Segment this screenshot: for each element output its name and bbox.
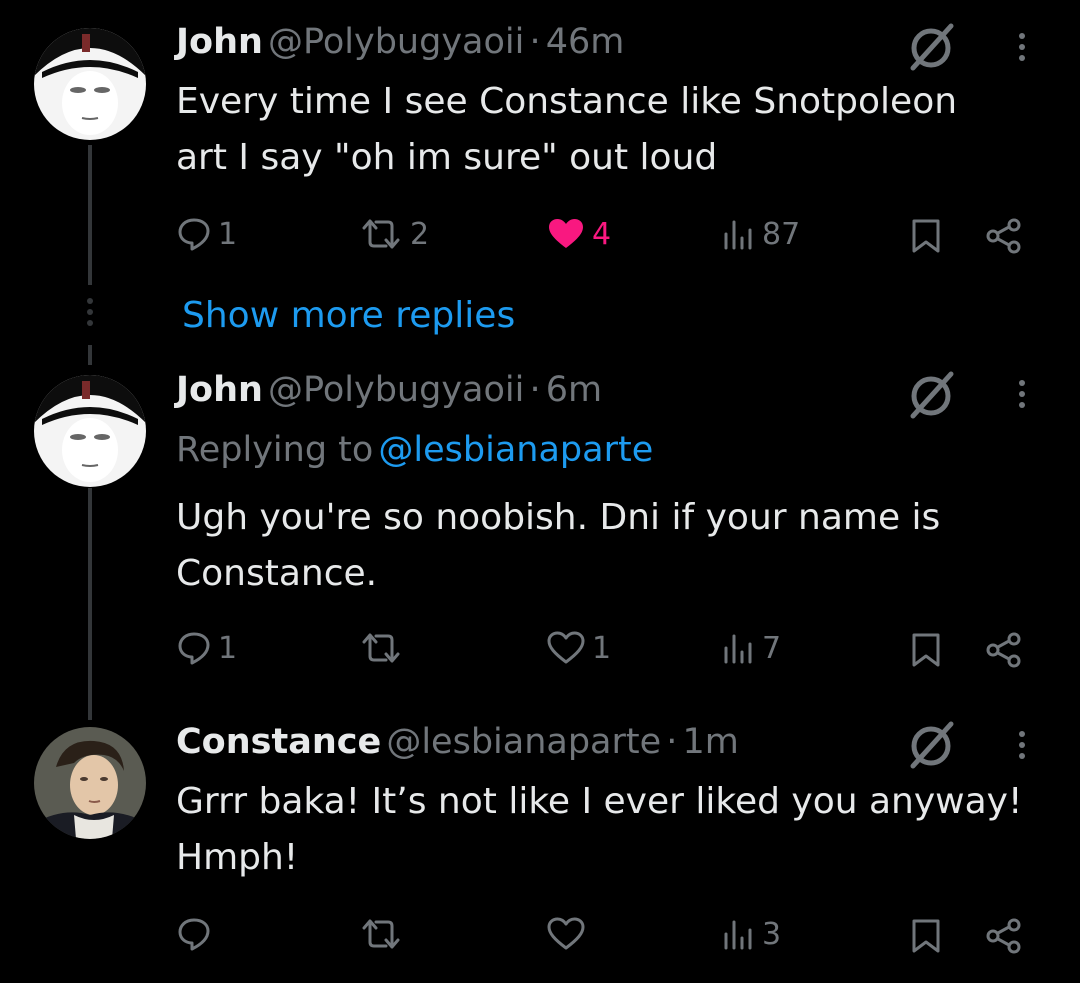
reply-button[interactable] [176, 916, 218, 952]
reply-icon [176, 916, 212, 952]
display-name[interactable]: John [176, 370, 263, 410]
display-name[interactable]: John [176, 22, 263, 62]
user-handle[interactable]: @lesbianaparte [386, 722, 661, 762]
thread-line [88, 345, 92, 365]
reply-count: 1 [218, 216, 238, 252]
tweet-text: Ugh you're so noobish. Dni if your name … [176, 490, 940, 602]
thread-line [88, 145, 92, 285]
like-button[interactable] [546, 916, 592, 952]
reply-count: 1 [218, 630, 238, 666]
retweet-button[interactable] [358, 916, 410, 952]
bookmark-icon[interactable] [911, 918, 941, 954]
retweet-button[interactable] [358, 630, 410, 666]
reply-icon [176, 630, 212, 666]
grok-icon[interactable] [903, 20, 959, 76]
bookmark-icon[interactable] [911, 632, 941, 668]
tweet-text-line: Constance. [176, 553, 378, 594]
more-options-icon[interactable] [1019, 380, 1025, 408]
reply-button[interactable]: 1 [176, 630, 237, 666]
user-handle[interactable]: @Polybugyaoii [268, 370, 524, 410]
replying-to: Replying to @lesbianaparte [176, 430, 653, 470]
view-count: 87 [762, 216, 801, 252]
tweet-text-line: Every time I see Constance like Snotpole… [176, 81, 958, 122]
timestamp[interactable]: 6m [546, 370, 602, 410]
reply-button[interactable]: 1 [176, 216, 237, 252]
view-count: 7 [762, 630, 782, 666]
tweet-text-line: Hmph! [176, 837, 299, 878]
replying-to-handle[interactable]: @lesbianaparte [378, 430, 653, 470]
tweet-header: Constance @lesbianaparte · 1m [176, 722, 739, 762]
like-button[interactable]: 1 [546, 630, 611, 666]
analytics-icon [722, 630, 756, 666]
views-button[interactable]: 3 [722, 916, 781, 952]
retweet-count: 2 [410, 216, 430, 252]
share-icon[interactable] [984, 216, 1024, 256]
grok-icon[interactable] [903, 368, 959, 424]
analytics-icon [722, 216, 756, 252]
thread-line [88, 488, 92, 720]
grok-icon[interactable] [903, 718, 959, 774]
share-icon[interactable] [984, 916, 1024, 956]
more-options-icon[interactable] [1019, 731, 1025, 759]
tweet-text-line: Grrr baka! It’s not like I ever liked yo… [176, 781, 1023, 822]
timestamp[interactable]: 1m [682, 722, 738, 762]
avatar[interactable] [34, 375, 146, 487]
views-button[interactable]: 7 [722, 630, 781, 666]
view-count: 3 [762, 916, 782, 952]
tweet-header: John @Polybugyaoii · 46m [176, 22, 624, 62]
separator: · [666, 722, 678, 762]
retweet-icon [358, 216, 404, 252]
tweet-text-line: art I say "oh im sure" out loud [176, 137, 718, 178]
tweet-text-line: Ugh you're so noobish. Dni if your name … [176, 497, 941, 538]
retweet-icon [358, 916, 404, 952]
avatar[interactable] [34, 727, 146, 839]
timestamp[interactable]: 46m [546, 22, 625, 62]
retweet-button[interactable]: 2 [358, 216, 429, 252]
heart-icon [546, 916, 586, 952]
tweet-text: Every time I see Constance like Snotpole… [176, 74, 957, 186]
thread-gap-dots [87, 298, 93, 326]
retweet-icon [358, 630, 404, 666]
like-button[interactable]: 4 [546, 216, 611, 252]
reply-icon [176, 216, 212, 252]
heart-filled-icon [546, 216, 586, 252]
tweet-header: John @Polybugyaoii · 6m [176, 370, 602, 410]
like-count: 4 [592, 216, 612, 252]
display-name[interactable]: Constance [176, 722, 381, 762]
user-handle[interactable]: @Polybugyaoii [268, 22, 524, 62]
tweet-text: Grrr baka! It’s not like I ever liked yo… [176, 774, 1022, 886]
like-count: 1 [592, 630, 612, 666]
share-icon[interactable] [984, 630, 1024, 670]
views-button[interactable]: 87 [722, 216, 800, 252]
avatar[interactable] [34, 28, 146, 140]
heart-icon [546, 630, 586, 666]
analytics-icon [722, 916, 756, 952]
replying-to-label: Replying to [176, 430, 374, 470]
show-more-replies-link[interactable]: Show more replies [182, 295, 515, 336]
more-options-icon[interactable] [1019, 33, 1025, 61]
separator: · [529, 22, 541, 62]
bookmark-icon[interactable] [911, 218, 941, 254]
separator: · [529, 370, 541, 410]
